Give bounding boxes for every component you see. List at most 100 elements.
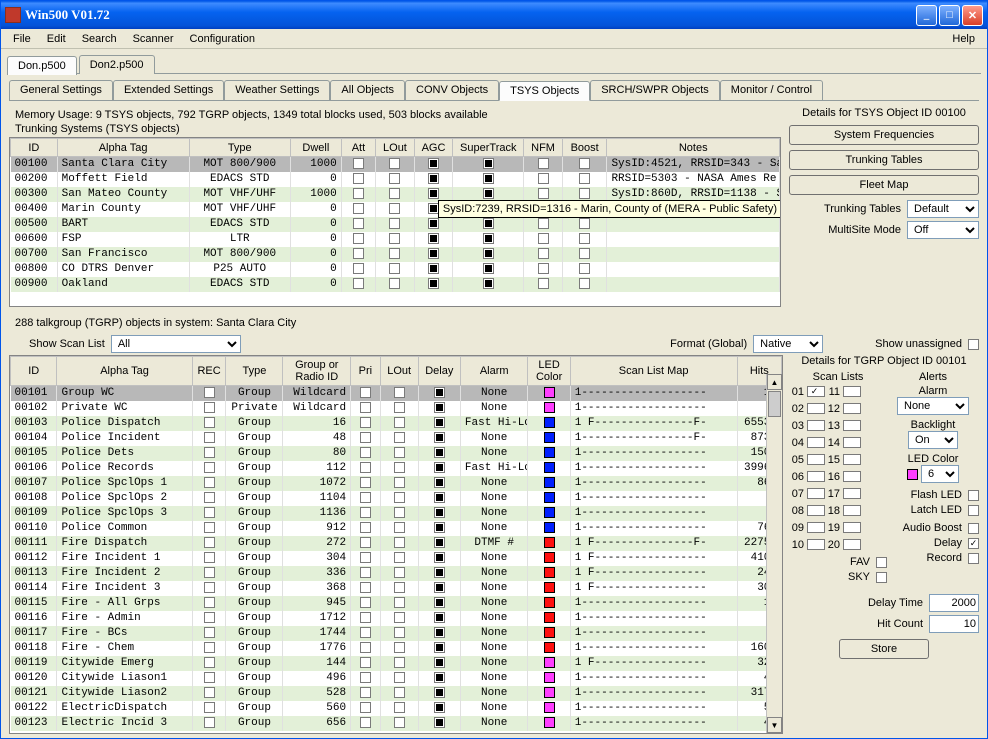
checkbox[interactable] <box>538 233 549 244</box>
fleet-map-button[interactable]: Fleet Map <box>789 175 979 195</box>
menu-edit[interactable]: Edit <box>39 31 74 47</box>
checkbox[interactable] <box>360 447 371 458</box>
checkbox[interactable] <box>394 522 405 533</box>
checkbox[interactable] <box>204 537 215 548</box>
menu-help[interactable]: Help <box>944 31 983 47</box>
checkbox[interactable] <box>204 492 215 503</box>
checkbox[interactable] <box>394 462 405 473</box>
tsys-row[interactable]: 00700San FranciscoMOT 800/9000 <box>11 247 780 262</box>
checkbox[interactable] <box>360 627 371 638</box>
tgrp-row[interactable]: 00113Fire Incident 2Group336None1 F-----… <box>11 566 782 581</box>
checkbox[interactable] <box>389 158 400 169</box>
checkbox[interactable] <box>360 642 371 653</box>
checkbox[interactable] <box>579 158 590 169</box>
close-button[interactable]: ✕ <box>962 5 983 26</box>
checkbox[interactable] <box>434 447 445 458</box>
checkbox[interactable] <box>204 702 215 713</box>
checkbox[interactable] <box>389 263 400 274</box>
scroll-up-icon[interactable]: ▲ <box>767 374 782 390</box>
checkbox[interactable] <box>389 248 400 259</box>
tab-conv[interactable]: CONV Objects <box>405 80 499 100</box>
checkbox[interactable] <box>579 248 590 259</box>
checkbox[interactable] <box>389 173 400 184</box>
checkbox[interactable] <box>483 248 494 259</box>
tgrp-vscrollbar[interactable]: ▲ ▼ <box>766 374 782 733</box>
checkbox[interactable] <box>204 687 215 698</box>
tgrp-row[interactable]: 00115Fire - All GrpsGroup945None1-------… <box>11 596 782 611</box>
checkbox[interactable] <box>360 432 371 443</box>
tgrp-row[interactable]: 00114Fire Incident 3Group368None1 F-----… <box>11 581 782 596</box>
tsys-col-header[interactable]: LOut <box>376 139 415 157</box>
checkbox[interactable] <box>434 612 445 623</box>
checkbox[interactable] <box>353 233 364 244</box>
checkbox[interactable] <box>394 597 405 608</box>
tsys-row[interactable]: 00200Moffett FieldEDACS STD0RRSID=5303 -… <box>11 172 780 187</box>
checkbox[interactable] <box>483 278 494 289</box>
checkbox[interactable] <box>428 218 439 229</box>
menu-file[interactable]: File <box>5 31 39 47</box>
checkbox[interactable] <box>538 158 549 169</box>
tgrp-col-header[interactable]: Scan List Map <box>570 357 737 386</box>
scanlist-17-checkbox[interactable] <box>843 488 861 499</box>
checkbox[interactable] <box>434 507 445 518</box>
scanlist-13-checkbox[interactable] <box>843 420 861 431</box>
tab-general[interactable]: General Settings <box>9 80 113 100</box>
checkbox[interactable] <box>360 402 371 413</box>
tsys-grid[interactable]: IDAlpha TagTypeDwellAttLOutAGCSuperTrack… <box>9 137 781 307</box>
checkbox[interactable] <box>394 477 405 488</box>
checkbox[interactable] <box>428 158 439 169</box>
maximize-button[interactable]: □ <box>939 5 960 26</box>
backlight-select[interactable]: On <box>908 431 958 449</box>
checkbox[interactable] <box>204 717 215 728</box>
tsys-row[interactable]: 00900OaklandEDACS STD0 <box>11 277 780 292</box>
checkbox[interactable] <box>360 537 371 548</box>
checkbox[interactable] <box>579 233 590 244</box>
checkbox[interactable] <box>389 203 400 214</box>
tab-weather[interactable]: Weather Settings <box>224 80 330 100</box>
tsys-col-header[interactable]: Boost <box>562 139 607 157</box>
checkbox[interactable] <box>483 173 494 184</box>
tgrp-col-header[interactable]: LOut <box>380 357 418 386</box>
tgrp-col-header[interactable]: Type <box>226 357 283 386</box>
checkbox[interactable] <box>204 627 215 638</box>
tsys-row[interactable]: 00800CO DTRS DenverP25 AUTO0 <box>11 262 780 277</box>
checkbox[interactable] <box>360 522 371 533</box>
tsys-row[interactable]: 00500BARTEDACS STD0 <box>11 217 780 232</box>
checkbox[interactable] <box>360 462 371 473</box>
tgrp-col-header[interactable]: Group or Radio ID <box>283 357 351 386</box>
checkbox[interactable] <box>360 552 371 563</box>
checkbox[interactable] <box>204 387 215 398</box>
fav-checkbox[interactable] <box>876 557 887 568</box>
checkbox[interactable] <box>204 447 215 458</box>
checkbox[interactable] <box>394 402 405 413</box>
tgrp-grid[interactable]: IDAlpha TagRECTypeGroup or Radio IDPriLO… <box>9 355 783 734</box>
checkbox[interactable] <box>204 507 215 518</box>
tsys-col-header[interactable]: SuperTrack <box>453 139 524 157</box>
scanlist-2-checkbox[interactable] <box>807 403 825 414</box>
checkbox[interactable] <box>428 248 439 259</box>
checkbox[interactable] <box>538 248 549 259</box>
tab-all-objects[interactable]: All Objects <box>330 80 405 100</box>
filetab-don[interactable]: Don.p500 <box>7 56 77 75</box>
tgrp-row[interactable]: 00108Police SpclOps 2Group1104None1-----… <box>11 491 782 506</box>
checkbox[interactable] <box>434 567 445 578</box>
checkbox[interactable] <box>394 537 405 548</box>
checkbox[interactable] <box>483 233 494 244</box>
checkbox[interactable] <box>394 687 405 698</box>
checkbox[interactable] <box>483 263 494 274</box>
scanlist-4-checkbox[interactable] <box>807 437 825 448</box>
tgrp-row[interactable]: 00103Police DispatchGroup16Fast Hi-Lo1 F… <box>11 416 782 431</box>
checkbox[interactable] <box>360 687 371 698</box>
scanlist-6-checkbox[interactable] <box>807 471 825 482</box>
checkbox[interactable] <box>360 702 371 713</box>
checkbox[interactable] <box>353 248 364 259</box>
scroll-down-icon[interactable]: ▼ <box>767 717 782 733</box>
scanlist-8-checkbox[interactable] <box>807 505 825 516</box>
checkbox[interactable] <box>434 642 445 653</box>
checkbox[interactable] <box>353 203 364 214</box>
delaytime-input[interactable] <box>929 594 979 612</box>
tgrp-row[interactable]: 00106Police RecordsGroup112Fast Hi-Lo1--… <box>11 461 782 476</box>
checkbox[interactable] <box>204 432 215 443</box>
checkbox[interactable] <box>394 582 405 593</box>
tgrp-row[interactable]: 00121Citywide Liason2Group528None1------… <box>11 686 782 701</box>
